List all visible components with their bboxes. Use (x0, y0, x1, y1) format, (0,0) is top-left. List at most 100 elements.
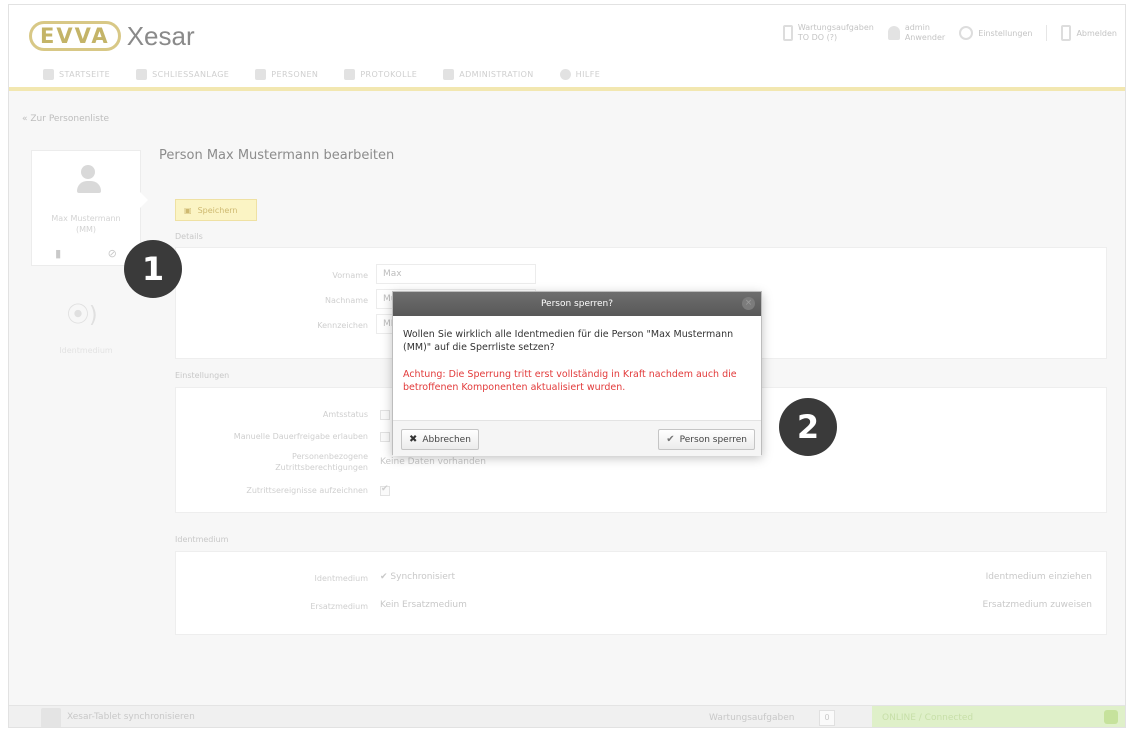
maintenance-label: Wartungsaufgaben (709, 713, 795, 723)
access-groups-value: Keine Daten vorhanden (380, 457, 486, 467)
main-nav: STARTSEITE SCHLIESSANLAGE PERSONEN PROTO… (9, 61, 1125, 91)
save-button[interactable]: ▣ Speichern (175, 199, 257, 221)
maintenance-status-line2: TO DO (?) (797, 33, 838, 42)
contactless-media-icon[interactable]: ⦿) (67, 297, 107, 328)
user-role: Anwender (904, 33, 946, 42)
replace-media-label: Ersatzmedium (310, 602, 368, 611)
record-events-checkbox[interactable] (380, 484, 390, 496)
nav-item-administration[interactable]: ADMINISTRATION (443, 68, 534, 80)
cancel-icon: ✖ (409, 434, 418, 445)
save-button-label: Speichern (197, 205, 238, 215)
dialog-title: Person sperren? (540, 299, 614, 309)
top-header: EVVA Xesar Wartungsaufgaben TO DO (?) ad… (9, 5, 1125, 61)
logout-link[interactable]: Abmelden (1061, 25, 1117, 41)
person-short: (MM) (75, 225, 97, 234)
dialog-message: Wollen Sie wirklich alle Identmedien für… (403, 329, 734, 353)
sync-tablet-icon[interactable] (41, 708, 61, 727)
media-status: ✔ Synchronisiert (380, 572, 455, 582)
replace-media-value: Kein Ersatzmedium (380, 600, 467, 610)
logo-product: Xesar (126, 20, 195, 51)
nav-label: HILFE (575, 69, 601, 79)
back-to-person-list[interactable]: « Zur Personenliste (22, 114, 109, 124)
access-groups-label: Personenbezogene Zutrittsberechtigungen (168, 451, 368, 473)
nav-label: ADMINISTRATION (459, 69, 534, 79)
avatar (77, 165, 101, 195)
person-card-pointer (140, 192, 148, 208)
section-media-label: Identmedium (175, 535, 229, 544)
sync-tablet-label[interactable]: Xesar-Tablet synchronisieren (67, 712, 195, 722)
callout-marker-1: 1 (124, 240, 182, 298)
maintenance-status[interactable]: Wartungsaufgaben TO DO (?) (782, 23, 874, 43)
header-actions: Wartungsaufgaben TO DO (?) admin Anwende… (782, 23, 1117, 43)
online-indicator-icon (1104, 710, 1118, 724)
nav-label: STARTSEITE (59, 69, 111, 79)
dialog-titlebar: Person sperren? × (393, 292, 761, 316)
dialog-warning: Achtung: Die Sperrung tritt erst vollstä… (403, 369, 737, 393)
nav-item-hilfe[interactable]: HILFE (559, 68, 601, 80)
nav-item-startseite[interactable]: STARTSEITE (43, 68, 111, 80)
access-groups-label-1: Personenbezogene (292, 452, 368, 461)
app-window: EVVA Xesar Wartungsaufgaben TO DO (?) ad… (8, 4, 1126, 728)
dialog-footer: ✖ Abbrechen ✔ Person sperren (393, 420, 761, 456)
close-icon[interactable]: × (742, 297, 755, 310)
nav-label: SCHLIESSANLAGE (152, 69, 230, 79)
user-icon (887, 26, 900, 40)
lock-person-button-label: Person sperren (679, 434, 747, 445)
back-link-label: Zur Personenliste (30, 114, 110, 124)
media-panel: Identmedium ✔ Synchronisiert Identmedium… (175, 551, 1107, 635)
tablet-icon (782, 25, 793, 41)
nav-item-schliessanlage[interactable]: SCHLIESSANLAGE (136, 68, 230, 80)
online-status: ONLINE / Connected (872, 706, 1125, 727)
person-card-name: Max Mustermann (MM) (32, 213, 140, 235)
manual-release-label: Manuelle Dauerfreigabe erlauben (233, 432, 368, 441)
status-bar: Xesar-Tablet synchronisieren Wartungsauf… (9, 705, 1125, 727)
office-mode-checkbox[interactable] (380, 410, 390, 420)
record-events-label: Zutrittsereignisse aufzeichnen (246, 486, 368, 495)
logo[interactable]: EVVA Xesar (29, 19, 195, 53)
withdraw-media-link[interactable]: Identmedium einziehen (986, 572, 1092, 582)
people-icon (255, 68, 267, 80)
lock-icon (136, 68, 148, 80)
nav-item-personen[interactable]: PERSONEN (255, 68, 319, 80)
section-settings-label: Einstellungen (175, 371, 230, 380)
sidebar-media-label[interactable]: Identmedium (31, 346, 141, 355)
maintenance-count[interactable]: 0 (819, 710, 835, 726)
settings-link[interactable]: Einstellungen (959, 26, 1032, 40)
manual-release-checkbox[interactable] (380, 432, 390, 442)
home-icon (43, 68, 54, 80)
person-name: Max Mustermann (51, 214, 121, 223)
trash-icon[interactable]: ▮ (55, 247, 61, 260)
user-info[interactable]: admin Anwender (887, 23, 946, 43)
short-label: Kennzeichen (317, 321, 368, 330)
user-name: admin (904, 23, 930, 32)
lock-person-dialog: Person sperren? × Wollen Sie wirklich al… (392, 291, 762, 456)
check-icon: ✔ (666, 434, 675, 445)
first-name-input[interactable]: Max (376, 264, 536, 284)
back-arrow-icon: « (22, 114, 28, 124)
last-name-label: Nachname (324, 296, 368, 305)
office-mode-label: Amtsstatus (322, 410, 368, 419)
floppy-icon: ▣ (184, 205, 192, 215)
nav-label: PROTOKOLLE (360, 69, 418, 79)
admin-icon (443, 68, 455, 80)
cancel-button[interactable]: ✖ Abbrechen (401, 429, 479, 450)
settings-label: Einstellungen (978, 28, 1033, 38)
logout-label: Abmelden (1076, 28, 1117, 38)
media-label: Identmedium (314, 574, 368, 583)
access-groups-label-2: Zutrittsberechtigungen (275, 463, 368, 472)
nav-item-protokolle[interactable]: PROTOKOLLE (344, 68, 418, 80)
nav-label: PERSONEN (271, 69, 319, 79)
media-status-text: Synchronisiert (390, 572, 455, 582)
lock-person-button[interactable]: ✔ Person sperren (658, 429, 755, 450)
page-title: Person Max Mustermann bearbeiten (159, 148, 395, 163)
person-card: Max Mustermann (MM) ▮ ⊘ (31, 150, 141, 266)
online-status-label: ONLINE / Connected (882, 713, 974, 723)
assign-replacement-link[interactable]: Ersatzmedium zuweisen (983, 600, 1092, 610)
logo-brand: EVVA (29, 21, 121, 51)
document-icon (344, 68, 356, 80)
person-card-actions: ▮ ⊘ (32, 247, 140, 260)
header-divider (1046, 25, 1048, 41)
maintenance-status-line1: Wartungsaufgaben (797, 23, 874, 32)
block-icon[interactable]: ⊘ (108, 247, 117, 260)
section-details-label: Details (175, 232, 203, 241)
